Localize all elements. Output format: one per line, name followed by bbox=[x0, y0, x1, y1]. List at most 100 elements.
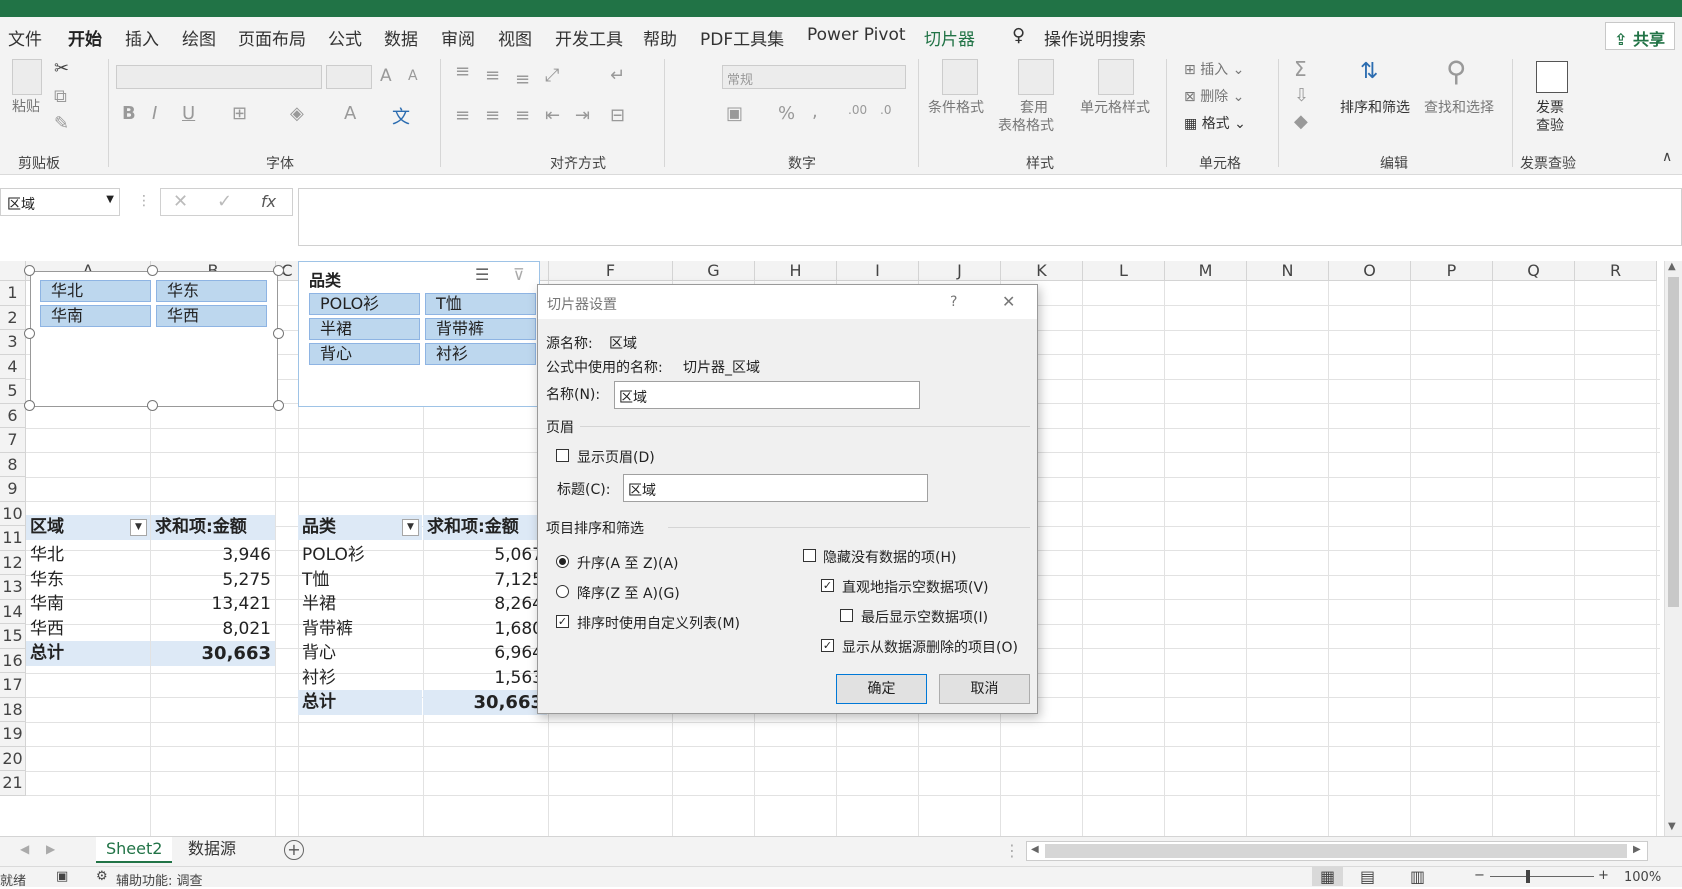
column-header[interactable]: N bbox=[1247, 261, 1329, 281]
collapse-ribbon-icon[interactable]: ∧ bbox=[1662, 149, 1672, 165]
tab-developer[interactable]: 开发工具 bbox=[555, 25, 623, 50]
horizontal-scrollbar[interactable]: ◀ ▶ bbox=[1026, 841, 1648, 861]
row-header[interactable]: 20 bbox=[0, 746, 26, 771]
resize-handle[interactable] bbox=[147, 400, 158, 411]
sort-descending-radio[interactable] bbox=[556, 585, 569, 598]
clear-filter-icon[interactable]: ⊽ bbox=[513, 265, 525, 284]
border-icon[interactable]: ⊞ bbox=[232, 103, 247, 124]
column-header[interactable]: K bbox=[1001, 261, 1083, 281]
tab-file[interactable]: 文件 bbox=[8, 25, 42, 50]
indicate-empty-checkbox[interactable]: ✓ bbox=[821, 579, 834, 592]
format-cells-button[interactable]: ▦ 格式 ⌄ bbox=[1184, 113, 1246, 133]
row-header[interactable]: 4 bbox=[0, 354, 26, 379]
slicer-item[interactable]: POLO衫 bbox=[309, 293, 420, 315]
prev-sheet-icon[interactable]: ◀ bbox=[20, 842, 29, 856]
slicer-item[interactable]: 华西 bbox=[156, 305, 267, 327]
format-painter-icon[interactable]: ✎ bbox=[54, 113, 69, 134]
help-icon[interactable]: ? bbox=[950, 294, 957, 310]
row-header[interactable]: 16 bbox=[0, 648, 26, 673]
formula-input[interactable] bbox=[298, 188, 1682, 246]
row-header[interactable]: 7 bbox=[0, 428, 26, 453]
invoice-check-icon[interactable] bbox=[1536, 61, 1568, 93]
multi-select-icon[interactable]: ☰ bbox=[475, 265, 489, 284]
column-header[interactable]: F bbox=[549, 261, 673, 281]
column-header[interactable]: M bbox=[1165, 261, 1247, 281]
conditional-format-icon[interactable] bbox=[942, 59, 978, 95]
show-deleted-checkbox[interactable]: ✓ bbox=[821, 639, 834, 652]
tab-power-pivot[interactable]: Power Pivot bbox=[807, 25, 906, 45]
copy-icon[interactable]: ⧉ bbox=[54, 86, 67, 107]
row-header[interactable]: 2 bbox=[0, 305, 26, 330]
insert-cells-button[interactable]: ⊞ 插入 ⌄ bbox=[1184, 59, 1244, 79]
cut-icon[interactable]: ✂ bbox=[54, 58, 69, 79]
slicer-item[interactable]: 半裙 bbox=[309, 318, 420, 340]
column-header[interactable]: J bbox=[919, 261, 1001, 281]
tab-data[interactable]: 数据 bbox=[384, 25, 418, 50]
row-header[interactable]: 6 bbox=[0, 403, 26, 428]
row-header[interactable]: 13 bbox=[0, 575, 26, 600]
slicer-item[interactable]: 衬衫 bbox=[425, 343, 536, 365]
sort-filter-icon[interactable]: ⇅ bbox=[1360, 59, 1378, 84]
decrease-indent-icon[interactable]: ⇤ bbox=[545, 105, 560, 126]
sheet-tab-data-source[interactable]: 数据源 bbox=[178, 837, 246, 863]
macro-record-icon[interactable]: ▣ bbox=[56, 869, 68, 884]
tab-review[interactable]: 审阅 bbox=[441, 25, 475, 50]
slicer-item[interactable]: 背带裤 bbox=[425, 318, 536, 340]
caption-input[interactable]: 区域 bbox=[623, 474, 928, 502]
slicer-region[interactable]: 华北 华东 华南 华西 bbox=[30, 271, 278, 407]
cell-styles-button[interactable]: 单元格样式 bbox=[1080, 97, 1150, 117]
row-header[interactable]: 11 bbox=[0, 526, 26, 551]
phonetic-icon[interactable]: 文 bbox=[392, 103, 410, 129]
row-header[interactable]: 17 bbox=[0, 673, 26, 698]
align-center-icon[interactable]: ≡ bbox=[485, 105, 500, 126]
page-break-icon[interactable]: ▥ bbox=[1410, 867, 1425, 886]
row-header[interactable]: 1 bbox=[0, 281, 26, 306]
fill-color-icon[interactable]: ◈ bbox=[290, 103, 304, 124]
column-header[interactable]: P bbox=[1411, 261, 1493, 281]
filter-dropdown-button[interactable]: ▼ bbox=[402, 519, 419, 536]
resize-handle[interactable] bbox=[147, 265, 158, 276]
ok-button[interactable]: 确定 bbox=[836, 674, 927, 704]
tab-slicer[interactable]: 切片器 bbox=[924, 25, 975, 50]
zoom-slider[interactable] bbox=[1490, 876, 1594, 877]
tab-formulas[interactable]: 公式 bbox=[328, 25, 362, 50]
slicer-item[interactable]: 华北 bbox=[40, 280, 151, 302]
conditional-format-button[interactable]: 条件格式 bbox=[928, 97, 984, 117]
scroll-up-icon[interactable]: ▲ bbox=[1668, 261, 1676, 272]
scroll-down-icon[interactable]: ▼ bbox=[1668, 821, 1676, 832]
resize-handle[interactable] bbox=[24, 265, 35, 276]
select-all-corner[interactable] bbox=[0, 261, 26, 281]
normal-view-icon[interactable]: ▦ bbox=[1312, 867, 1344, 886]
column-header[interactable]: R bbox=[1575, 261, 1657, 281]
increase-decimal-icon[interactable]: .00 bbox=[848, 103, 867, 117]
scroll-left-icon[interactable]: ◀ bbox=[1031, 844, 1039, 855]
bold-icon[interactable]: B bbox=[122, 103, 136, 124]
orientation-icon[interactable]: ⤢ bbox=[545, 65, 559, 86]
tab-draw[interactable]: 绘图 bbox=[182, 25, 216, 50]
accessibility-status[interactable]: 辅助功能: 调查 bbox=[116, 870, 203, 889]
vertical-scrollbar[interactable]: ▲ ▼ bbox=[1664, 261, 1682, 836]
fill-icon[interactable]: ⇩ bbox=[1294, 85, 1309, 106]
add-sheet-button[interactable]: + bbox=[284, 840, 304, 860]
find-select-button[interactable]: 查找和选择 bbox=[1424, 97, 1494, 117]
zoom-level[interactable]: 100% bbox=[1624, 870, 1661, 885]
merge-center-icon[interactable]: ⊟ bbox=[610, 105, 625, 126]
resize-handle[interactable] bbox=[273, 328, 284, 339]
scroll-thumb[interactable] bbox=[1045, 844, 1627, 858]
row-header[interactable]: 14 bbox=[0, 599, 26, 624]
row-header[interactable]: 12 bbox=[0, 550, 26, 575]
sort-filter-button[interactable]: 排序和筛选 bbox=[1340, 97, 1410, 117]
align-middle-icon[interactable]: ≡ bbox=[485, 65, 500, 86]
underline-icon[interactable]: U bbox=[182, 103, 195, 124]
hide-no-data-checkbox[interactable] bbox=[803, 549, 816, 562]
font-family-select[interactable] bbox=[116, 65, 322, 89]
row-header[interactable]: 9 bbox=[0, 477, 26, 502]
clear-icon[interactable]: ◆ bbox=[1294, 111, 1308, 132]
number-format-select[interactable]: 常规 bbox=[722, 65, 906, 89]
align-top-icon[interactable]: ≡ bbox=[455, 61, 470, 82]
align-bottom-icon[interactable]: ≡ bbox=[515, 69, 530, 90]
autosum-icon[interactable]: Σ bbox=[1294, 57, 1307, 81]
row-header[interactable]: 10 bbox=[0, 501, 26, 526]
row-header[interactable]: 5 bbox=[0, 379, 26, 404]
tab-pdf-tools[interactable]: PDF工具集 bbox=[700, 25, 784, 50]
